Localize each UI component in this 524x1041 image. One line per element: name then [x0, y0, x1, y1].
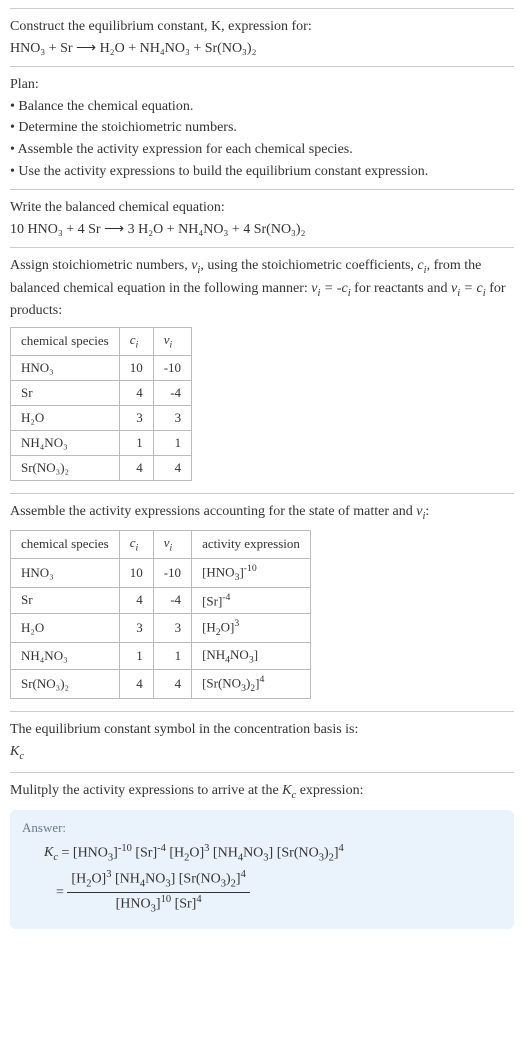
table-header-row: chemical species ci νi — [11, 327, 192, 355]
nu-symbol: νi — [191, 258, 200, 273]
cell-ci: 4 — [119, 670, 153, 699]
cell-activity: [H2O]3 — [192, 613, 311, 642]
th-nui: νi — [153, 327, 191, 355]
symbol-section: The equilibrium constant symbol in the c… — [10, 711, 514, 772]
cell-ci: 4 — [119, 587, 153, 613]
cell-nui: -10 — [153, 355, 191, 380]
th-species: chemical species — [11, 530, 120, 558]
cell-ci: 4 — [119, 380, 153, 405]
plan-bullet-1: • Balance the chemical equation. — [10, 97, 514, 117]
fraction-denominator: [HNO3]10 [Sr]4 — [67, 893, 249, 917]
answer-box: Answer: Kc = [HNO3]-10 [Sr]-4 [H2O]3 [NH… — [10, 810, 514, 929]
assign-text-4: for reactants and — [351, 281, 451, 296]
balanced-equation: 10 HNO₃ + 4 Sr ⟶ 3 H₂O + NH₄NO₃ + 4 Sr(N… — [10, 220, 514, 240]
cell-nui: 1 — [153, 430, 191, 455]
cell-activity: [Sr(NO3)2]4 — [192, 670, 311, 699]
cell-nui: -10 — [153, 558, 191, 587]
cell-species: NH₄NO₃ — [11, 642, 120, 670]
cell-species: Sr — [11, 380, 120, 405]
kc-symbol: Kc — [282, 783, 296, 798]
symbol-title: The equilibrium constant symbol in the c… — [10, 720, 514, 740]
cell-species: NH₄NO₃ — [11, 430, 120, 455]
cell-ci: 3 — [119, 613, 153, 642]
cell-nui: 1 — [153, 642, 191, 670]
th-ci: ci — [119, 327, 153, 355]
assemble-title: Assemble the activity expressions accoun… — [10, 502, 514, 524]
plan-title: Plan: — [10, 75, 514, 95]
fraction-numerator: [H2O]3 [NH4NO3] [Sr(NO3)2]4 — [67, 868, 249, 893]
table-row: HNO₃10-10 — [11, 355, 192, 380]
table-row: H₂O33[H2O]3 — [11, 613, 311, 642]
cell-nui: 4 — [153, 455, 191, 480]
assign-paragraph: Assign stoichiometric numbers, νi, using… — [10, 256, 514, 321]
table-row: H₂O33 — [11, 405, 192, 430]
answer-expression: Kc = [HNO3]-10 [Sr]-4 [H2O]3 [NH4NO3] [S… — [44, 842, 502, 917]
cell-ci: 3 — [119, 405, 153, 430]
plan-bullet-4: • Use the activity expressions to build … — [10, 162, 514, 182]
table-row: Sr(NO₃)₂44[Sr(NO3)2]4 — [11, 670, 311, 699]
nu-eq-c: νi = ci — [451, 281, 486, 296]
table-row: Sr(NO₃)₂44 — [11, 455, 192, 480]
cell-nui: 3 — [153, 613, 191, 642]
cell-nui: -4 — [153, 380, 191, 405]
table-row: NH₄NO₃11 — [11, 430, 192, 455]
table-row: HNO₃10-10[HNO3]-10 — [11, 558, 311, 587]
multiply-text-b: expression: — [296, 783, 363, 798]
c-symbol: ci — [417, 258, 426, 273]
cell-ci: 4 — [119, 455, 153, 480]
th-species: chemical species — [11, 327, 120, 355]
cell-activity: [HNO3]-10 — [192, 558, 311, 587]
answer-fraction: [H2O]3 [NH4NO3] [Sr(NO3)2]4 [HNO3]10 [Sr… — [67, 868, 249, 917]
cell-species: HNO₃ — [11, 355, 120, 380]
cell-nui: 4 — [153, 670, 191, 699]
answer-line-2: = [H2O]3 [NH4NO3] [Sr(NO3)2]4 [HNO3]10 [… — [56, 868, 502, 917]
answer-line-1: Kc = [HNO3]-10 [Sr]-4 [H2O]3 [NH4NO3] [S… — [44, 842, 502, 866]
balanced-title: Write the balanced chemical equation: — [10, 198, 514, 218]
plan-bullet-2: • Determine the stoichiometric numbers. — [10, 118, 514, 138]
intro-line-1: Construct the equilibrium constant, K, e… — [10, 17, 514, 37]
activity-table: chemical species ci νi activity expressi… — [10, 530, 311, 699]
assign-text-1: Assign stoichiometric numbers, — [10, 258, 191, 273]
table-row: Sr4-4[Sr]-4 — [11, 587, 311, 613]
multiply-section: Mulitply the activity expressions to arr… — [10, 772, 514, 935]
stoich-table: chemical species ci νi HNO₃10-10 Sr4-4 H… — [10, 327, 192, 481]
plan-section: Plan: • Balance the chemical equation. •… — [10, 66, 514, 189]
th-ci: ci — [119, 530, 153, 558]
cell-species: Sr(NO₃)₂ — [11, 455, 120, 480]
intro-text-1: Construct the equilibrium constant, K, e… — [10, 19, 312, 34]
assign-section: Assign stoichiometric numbers, νi, using… — [10, 247, 514, 492]
assign-text-2: , using the stoichiometric coefficients, — [200, 258, 417, 273]
cell-activity: [Sr]-4 — [192, 587, 311, 613]
cell-nui: -4 — [153, 587, 191, 613]
multiply-title: Mulitply the activity expressions to arr… — [10, 781, 514, 803]
cell-ci: 10 — [119, 355, 153, 380]
cell-ci: 10 — [119, 558, 153, 587]
cell-activity: [NH4NO3] — [192, 642, 311, 670]
balanced-section: Write the balanced chemical equation: 10… — [10, 189, 514, 247]
cell-ci: 1 — [119, 430, 153, 455]
table-row: Sr4-4 — [11, 380, 192, 405]
th-activity: activity expression — [192, 530, 311, 558]
multiply-text-a: Mulitply the activity expressions to arr… — [10, 783, 282, 798]
cell-species: H₂O — [11, 405, 120, 430]
cell-species: H₂O — [11, 613, 120, 642]
cell-nui: 3 — [153, 405, 191, 430]
symbol-kc: Kc — [10, 742, 514, 764]
cell-species: Sr(NO₃)₂ — [11, 670, 120, 699]
th-nui: νi — [153, 530, 191, 558]
cell-species: Sr — [11, 587, 120, 613]
cell-ci: 1 — [119, 642, 153, 670]
table-header-row: chemical species ci νi activity expressi… — [11, 530, 311, 558]
intro-section: Construct the equilibrium constant, K, e… — [10, 8, 514, 66]
table-row: NH₄NO₃11[NH4NO3] — [11, 642, 311, 670]
plan-bullet-3: • Assemble the activity expression for e… — [10, 140, 514, 160]
intro-equation: HNO₃ + Sr ⟶ H₂O + NH₄NO₃ + Sr(NO₃)₂ — [10, 39, 514, 59]
nu-eq-neg-c: νi = -ci — [311, 281, 350, 296]
cell-species: HNO₃ — [11, 558, 120, 587]
assemble-section: Assemble the activity expressions accoun… — [10, 493, 514, 712]
answer-label: Answer: — [22, 820, 502, 836]
